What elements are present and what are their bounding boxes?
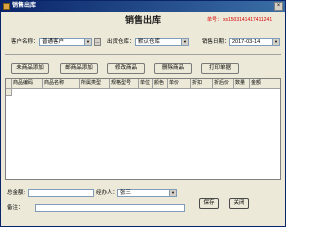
remark-input[interactable] bbox=[35, 204, 185, 212]
add-product-button[interactable]: 未商品添加 bbox=[11, 63, 49, 74]
sales-out-window: 销售出库 × 销售出库 单号： xs1503141417411241 客户名称：… bbox=[0, 0, 286, 227]
column-header[interactable]: 折后价 bbox=[213, 79, 234, 89]
table-header: 商品编码 商品名称 所属类型 规格型号 单位 颜色 单价 折扣 折后价 数量 金… bbox=[6, 79, 280, 89]
column-header[interactable]: 所属类型 bbox=[80, 79, 110, 89]
title-bar[interactable]: 销售出库 × bbox=[1, 1, 285, 12]
chevron-down-icon[interactable]: ▼ bbox=[181, 39, 188, 45]
chevron-down-icon[interactable]: ▼ bbox=[272, 39, 279, 45]
remark-label: 备注： bbox=[7, 205, 24, 211]
customer-value: 普通客户 bbox=[42, 39, 65, 45]
chevron-down-icon[interactable]: ▼ bbox=[169, 190, 176, 196]
warehouse-value: 默认仓库 bbox=[138, 39, 161, 45]
row-selector[interactable] bbox=[6, 89, 12, 96]
column-header[interactable]: 单价 bbox=[168, 79, 191, 89]
handler-label: 经办人： bbox=[96, 190, 119, 196]
add-product-alt-button[interactable]: 邮商品添加 bbox=[60, 63, 98, 74]
app-icon bbox=[3, 3, 10, 10]
customer-browse-button[interactable]: ... bbox=[94, 38, 101, 46]
column-header[interactable]: 数量 bbox=[234, 79, 250, 89]
date-picker[interactable]: 2017-03-14 ▼ bbox=[229, 38, 280, 46]
total-amount-label: 总金额: bbox=[7, 190, 26, 196]
date-label: 销售日期： bbox=[202, 39, 230, 45]
warehouse-select[interactable]: 默认仓库 ▼ bbox=[135, 38, 189, 46]
window-title: 销售出库 bbox=[12, 3, 37, 9]
column-header[interactable]: 颜色 bbox=[153, 79, 168, 89]
close-button[interactable]: 关闭 bbox=[229, 198, 249, 209]
column-header[interactable]: 折扣 bbox=[191, 79, 213, 89]
total-amount-field bbox=[28, 189, 94, 197]
column-header[interactable]: 规格型号 bbox=[110, 79, 139, 89]
divider bbox=[5, 54, 281, 55]
chevron-down-icon[interactable]: ▼ bbox=[84, 39, 91, 45]
column-header[interactable]: 商品编码 bbox=[12, 79, 43, 89]
doc-number-value: xs1503141417411241 bbox=[223, 17, 273, 23]
customer-label: 客户名称： bbox=[11, 39, 39, 45]
doc-number-label: 单号： bbox=[207, 17, 223, 23]
delete-product-button[interactable]: 删除商品 bbox=[154, 63, 192, 74]
handler-value: 张三 bbox=[120, 190, 132, 196]
save-button[interactable]: 保存 bbox=[199, 198, 219, 209]
handler-select[interactable]: 张三 ▼ bbox=[117, 189, 177, 197]
print-document-button[interactable]: 打印单据 bbox=[201, 63, 239, 74]
customer-select[interactable]: 普通客户 ▼ bbox=[39, 38, 92, 46]
column-header[interactable]: 单位 bbox=[139, 79, 153, 89]
product-table[interactable]: 商品编码 商品名称 所属类型 规格型号 单位 颜色 单价 折扣 折后价 数量 金… bbox=[5, 78, 281, 180]
date-value: 2017-03-14 bbox=[232, 39, 261, 45]
column-header[interactable]: 商品名称 bbox=[43, 79, 80, 89]
column-header[interactable]: 金额 bbox=[250, 79, 280, 89]
warehouse-label: 出货仓库： bbox=[107, 39, 135, 45]
edit-product-button[interactable]: 修改商品 bbox=[107, 63, 145, 74]
close-icon[interactable]: × bbox=[274, 2, 283, 11]
